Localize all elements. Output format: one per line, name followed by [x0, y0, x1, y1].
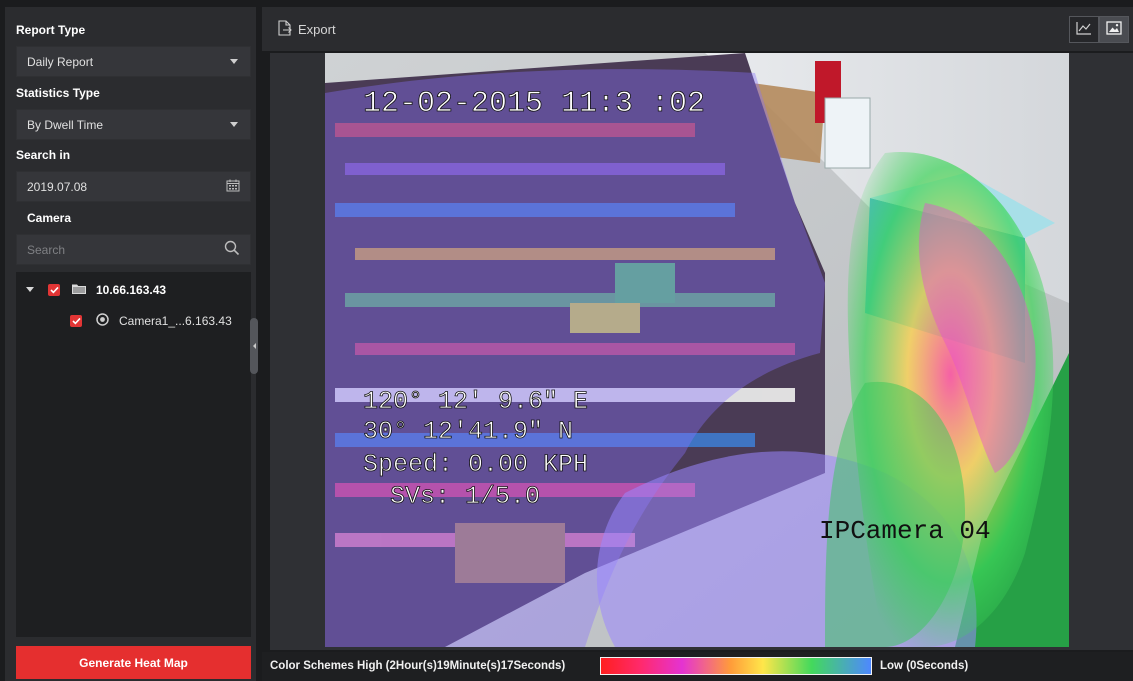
statistics-type-value: By Dwell Time [27, 117, 104, 132]
color-gradient-bar [600, 657, 872, 675]
latitude-overlay: 30° 12'41.9" N [363, 417, 573, 446]
view-mode-toggle [1069, 16, 1129, 43]
report-type-label: Report Type [16, 23, 86, 37]
camera-icon [96, 312, 109, 329]
chevron-down-icon [230, 122, 238, 127]
search-icon[interactable] [224, 240, 240, 259]
calendar-icon[interactable] [226, 179, 240, 195]
date-field[interactable]: 2019.07.08 [16, 171, 251, 202]
heat-map-viewer: 12-02-2015 11:3 :02 120° 12' 9.6" E 30° … [270, 53, 1133, 650]
tree-node-device[interactable]: 10.66.163.43 [16, 275, 251, 304]
heat-map-image: 12-02-2015 11:3 :02 120° 12' 9.6" E 30° … [325, 53, 1069, 647]
white-fridge [824, 97, 871, 169]
collapse-panel-handle[interactable] [250, 318, 258, 374]
left-panel: Report Type Daily Report Statistics Type… [5, 7, 256, 681]
statistics-type-label: Statistics Type [16, 86, 100, 100]
camera-item-label: Camera1_...6.163.43 [119, 313, 232, 328]
tree-node-camera[interactable]: Camera1_...6.163.43 [70, 306, 232, 335]
search-input[interactable]: Search [27, 243, 224, 257]
longitude-overlay: 120° 12' 9.6" E [363, 387, 588, 416]
chevron-down-icon [230, 59, 238, 64]
search-in-label: Search in [16, 148, 71, 162]
image-icon [1106, 21, 1122, 38]
export-icon [278, 20, 292, 39]
top-toolbar: Export [262, 7, 1133, 51]
expand-arrow-icon[interactable] [26, 287, 34, 292]
color-scheme-legend: Color Schemes High (2Hour(s)19Minute(s)1… [262, 652, 1133, 681]
chevron-left-icon [252, 343, 256, 349]
svs-overlay: SVs: 1/5.0 [390, 482, 540, 511]
image-view-button[interactable] [1099, 16, 1129, 43]
line-chart-icon [1076, 21, 1092, 38]
camera-label: Camera [27, 211, 72, 225]
report-type-value: Daily Report [27, 54, 94, 69]
report-type-dropdown[interactable]: Daily Report [16, 46, 251, 77]
camera-search-field[interactable]: Search [16, 234, 251, 265]
chart-view-button[interactable] [1069, 16, 1099, 43]
color-schemes-label: Color Schemes [270, 660, 354, 672]
speed-overlay: Speed: 0.00 KPH [363, 450, 588, 479]
heat-map-graphic: 12-02-2015 11:3 :02 120° 12' 9.6" E 30° … [325, 53, 1069, 647]
camera-checkbox[interactable] [70, 314, 82, 327]
timestamp-overlay: 12-02-2015 11:3 :02 [363, 87, 705, 121]
camera-name-overlay: IPCamera 04 [819, 516, 991, 546]
export-button[interactable]: Export [278, 20, 336, 39]
statistics-type-dropdown[interactable]: By Dwell Time [16, 109, 251, 140]
device-checkbox[interactable] [48, 283, 60, 296]
color-scheme-label-group: Color Schemes High (2Hour(s)19Minute(s)1… [270, 660, 565, 672]
generate-heat-map-button[interactable]: Generate Heat Map [16, 646, 251, 679]
date-value: 2019.07.08 [27, 179, 88, 194]
folder-icon [72, 283, 86, 297]
low-value-label: Low (0Seconds) [880, 660, 969, 672]
export-label: Export [298, 22, 336, 37]
high-value-label: High (2Hour(s)19Minute(s)17Seconds) [356, 660, 566, 672]
device-label: 10.66.163.43 [96, 282, 167, 297]
